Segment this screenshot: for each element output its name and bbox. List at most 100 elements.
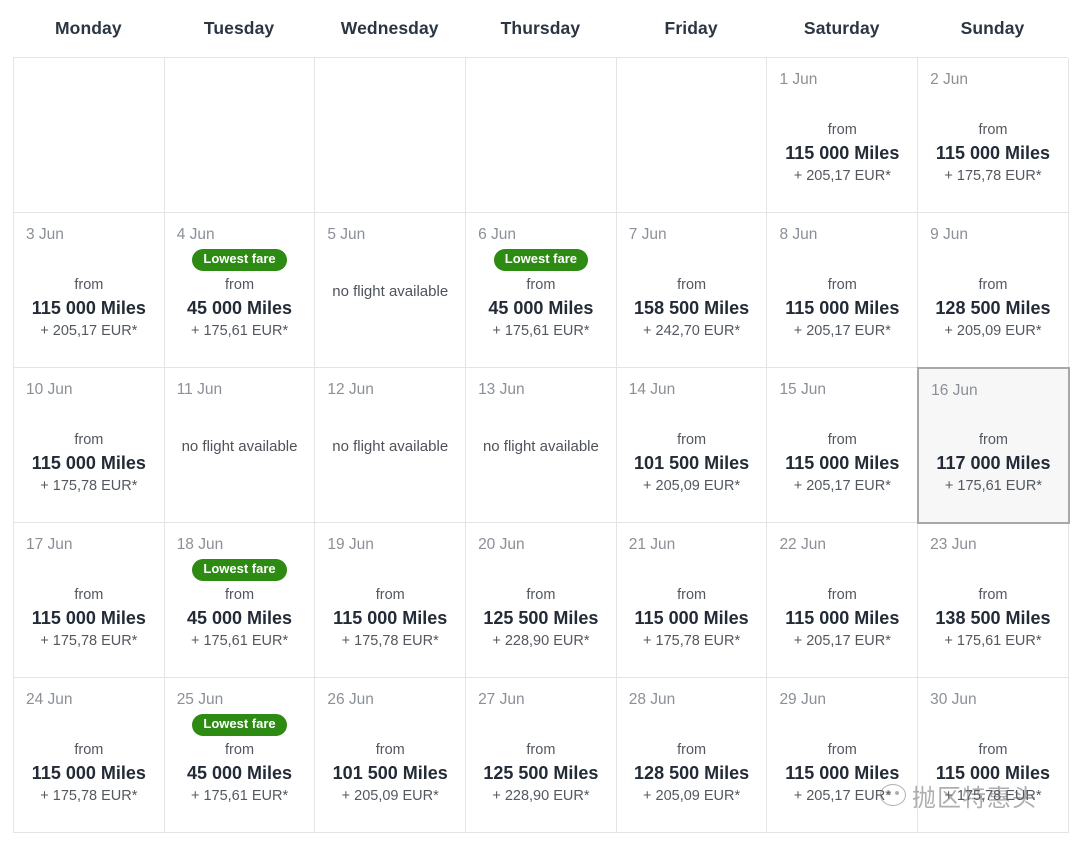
date-label: 11 Jun [176, 381, 223, 398]
day-cell[interactable]: 3 Jun from 115 000 Miles + 205,17 EUR* [14, 213, 165, 368]
day-cell[interactable]: 8 Jun from 115 000 Miles + 205,17 EUR* [767, 213, 919, 368]
day-header-monday: Monday [54, 18, 122, 38]
day-cell[interactable]: 14 Jun from 101 500 Miles + 205,09 EUR* [616, 368, 768, 523]
fare-from-label: from [827, 432, 857, 449]
lowest-fare-badge: Lowest fare [192, 249, 287, 272]
fare-miles-value: 115 000 Miles [785, 763, 900, 784]
date-label: 1 Jun [779, 71, 818, 88]
fare-miles-value: 115 000 Miles [31, 763, 146, 784]
day-cell[interactable]: 15 Jun from 115 000 Miles + 205,17 EUR* [767, 368, 919, 523]
day-cell[interactable]: 25 Jun Lowest fare from 45 000 Miles + 175,6… [164, 678, 316, 833]
fare-cash-surcharge: + 175,61 EUR* [190, 787, 289, 804]
day-cell[interactable]: 23 Jun from 138 500 Miles + 175,61 EUR* [918, 523, 1069, 678]
fare-block: from 117 000 Miles + 175,61 EUR* [931, 430, 1056, 496]
day-cell[interactable]: 4 Jun Lowest fare from 45 000 Miles + 175,61… [164, 213, 316, 368]
day-cell[interactable]: 2 Jun from 115 000 Miles + 175,78 EUR* [918, 58, 1069, 213]
date-label: 14 Jun [628, 381, 676, 398]
fare-miles-value: 115 000 Miles [31, 298, 146, 319]
fare-block: from 45 000 Miles + 175,61 EUR* [478, 275, 604, 341]
fare-cash-surcharge: + 175,78 EUR* [944, 167, 1042, 184]
day-cell[interactable]: 30 Jun from 115 000 Miles + 175,78 EUR* [918, 678, 1069, 833]
date-label: 29 Jun [779, 691, 826, 708]
fare-miles-value: 101 500 Miles [332, 763, 448, 784]
fare-miles-value: 115 000 Miles [31, 453, 146, 474]
date-label: 26 Jun [327, 691, 374, 708]
badge-row: Lowest fare [177, 249, 303, 272]
date-label: 22 Jun [779, 536, 826, 553]
fare-miles-value: 117 000 Miles [936, 453, 1051, 474]
day-cell[interactable]: 21 Jun from 115 000 Miles + 175,78 EUR* [616, 523, 768, 678]
fare-block: from 115 000 Miles + 205,17 EUR* [779, 585, 905, 651]
fare-cash-surcharge: + 175,61 EUR* [190, 632, 289, 649]
day-cell[interactable]: 1 Jun from 115 000 Miles + 205,17 EUR* [767, 58, 919, 213]
day-cell[interactable]: 18 Jun Lowest fare from 45 000 Miles + 175,6… [164, 523, 316, 678]
date-label: 16 Jun [931, 382, 978, 399]
fare-block: from 115 000 Miles + 205,17 EUR* [26, 275, 152, 341]
badge-row: Lowest fare [478, 249, 604, 272]
day-cell[interactable]: 26 Jun from 101 500 Miles + 205,09 EUR* [315, 678, 467, 833]
fare-block: from 115 000 Miles + 205,17 EUR* [779, 740, 905, 806]
day-cell[interactable]: 13 Jun no flight available [466, 368, 617, 523]
fare-from-label: from [677, 277, 707, 294]
day-cell[interactable]: 9 Jun from 128 500 Miles + 205,09 EUR* [918, 213, 1069, 368]
fare-block: from 115 000 Miles + 175,78 EUR* [26, 430, 152, 496]
fare-block: from 115 000 Miles + 205,17 EUR* [779, 275, 905, 341]
fare-from-label: from [375, 742, 405, 759]
day-header-saturday: Saturday [803, 18, 880, 38]
fare-cash-surcharge: + 205,17 EUR* [793, 632, 891, 649]
calendar-grid: 1 Jun from 115 000 Miles + 205,17 EUR* 2 Jun… [13, 57, 1070, 833]
fare-miles-value: 115 000 Miles [785, 143, 900, 164]
no-flight-message: no flight available [332, 437, 449, 455]
date-label: 24 Jun [26, 691, 73, 708]
day-cell[interactable]: 22 Jun from 115 000 Miles + 205,17 EUR* [767, 523, 919, 678]
date-label: 7 Jun [628, 226, 667, 243]
fare-cash-surcharge: + 205,09 EUR* [944, 322, 1042, 339]
fare-from-label: from [225, 587, 255, 604]
fare-from-label: from [827, 587, 857, 604]
fare-calendar: Monday Tuesday Wednesday Thursday Friday Satu… [0, 0, 1080, 843]
fare-from-label: from [677, 432, 707, 449]
day-cell[interactable]: 20 Jun from 125 500 Miles + 228,90 EUR* [466, 523, 617, 678]
fare-block: from 115 000 Miles + 175,78 EUR* [327, 585, 453, 651]
date-label: 18 Jun [176, 536, 224, 553]
fare-from-label: from [677, 587, 707, 604]
fare-from-label: from [526, 587, 556, 604]
day-cell[interactable]: 11 Jun no flight available [164, 368, 316, 523]
date-label: 8 Jun [779, 226, 818, 243]
fare-from-label: from [677, 742, 707, 759]
lowest-fare-badge: Lowest fare [493, 249, 589, 272]
day-cell[interactable]: 7 Jun from 158 500 Miles + 242,70 EUR* [616, 213, 768, 368]
fare-cash-surcharge: + 175,78 EUR* [341, 632, 439, 649]
day-cell[interactable]: 28 Jun from 128 500 Miles + 205,09 EUR* [616, 678, 768, 833]
fare-cash-surcharge: + 175,78 EUR* [40, 477, 138, 494]
date-label: 13 Jun [478, 381, 525, 398]
fare-from-label: from [225, 277, 255, 294]
fare-from-label: from [74, 587, 104, 604]
day-cell[interactable]: 5 Jun no flight available [315, 213, 467, 368]
fare-miles-value: 115 000 Miles [634, 608, 749, 629]
day-cell[interactable]: 19 Jun from 115 000 Miles + 175,78 EUR* [315, 523, 467, 678]
date-label: 12 Jun [327, 381, 374, 398]
fare-miles-value: 115 000 Miles [785, 298, 900, 319]
day-cell-empty [14, 58, 165, 213]
date-label: 2 Jun [930, 71, 969, 88]
day-cell-empty [466, 58, 617, 213]
day-cell[interactable]: 17 Jun from 115 000 Miles + 175,78 EUR* [14, 523, 165, 678]
day-cell[interactable]: 16 Jun from 117 000 Miles + 175,61 EUR* [917, 367, 1070, 524]
fare-miles-value: 115 000 Miles [785, 608, 900, 629]
day-cell[interactable]: 24 Jun from 115 000 Miles + 175,78 EUR* [14, 678, 165, 833]
day-cell[interactable]: 10 Jun from 115 000 Miles + 175,78 EUR* [14, 368, 165, 523]
fare-cash-surcharge: + 175,61 EUR* [944, 477, 1043, 494]
date-label: 9 Jun [930, 226, 969, 243]
day-cell[interactable]: 29 Jun from 115 000 Miles + 205,17 EUR* [767, 678, 919, 833]
fare-cash-surcharge: + 175,61 EUR* [492, 322, 590, 339]
day-cell[interactable]: 12 Jun no flight available [315, 368, 467, 523]
fare-from-label: from [526, 277, 556, 294]
fare-miles-value: 45 000 Miles [488, 298, 594, 319]
fare-from-label: from [978, 587, 1008, 604]
fare-miles-value: 45 000 Miles [186, 298, 293, 319]
day-cell[interactable]: 27 Jun from 125 500 Miles + 228,90 EUR* [466, 678, 617, 833]
fare-block: from 125 500 Miles + 228,90 EUR* [478, 585, 604, 651]
fare-block: from 115 000 Miles + 205,17 EUR* [779, 120, 905, 186]
day-cell[interactable]: 6 Jun Lowest fare from 45 000 Miles + 175,61… [466, 213, 617, 368]
